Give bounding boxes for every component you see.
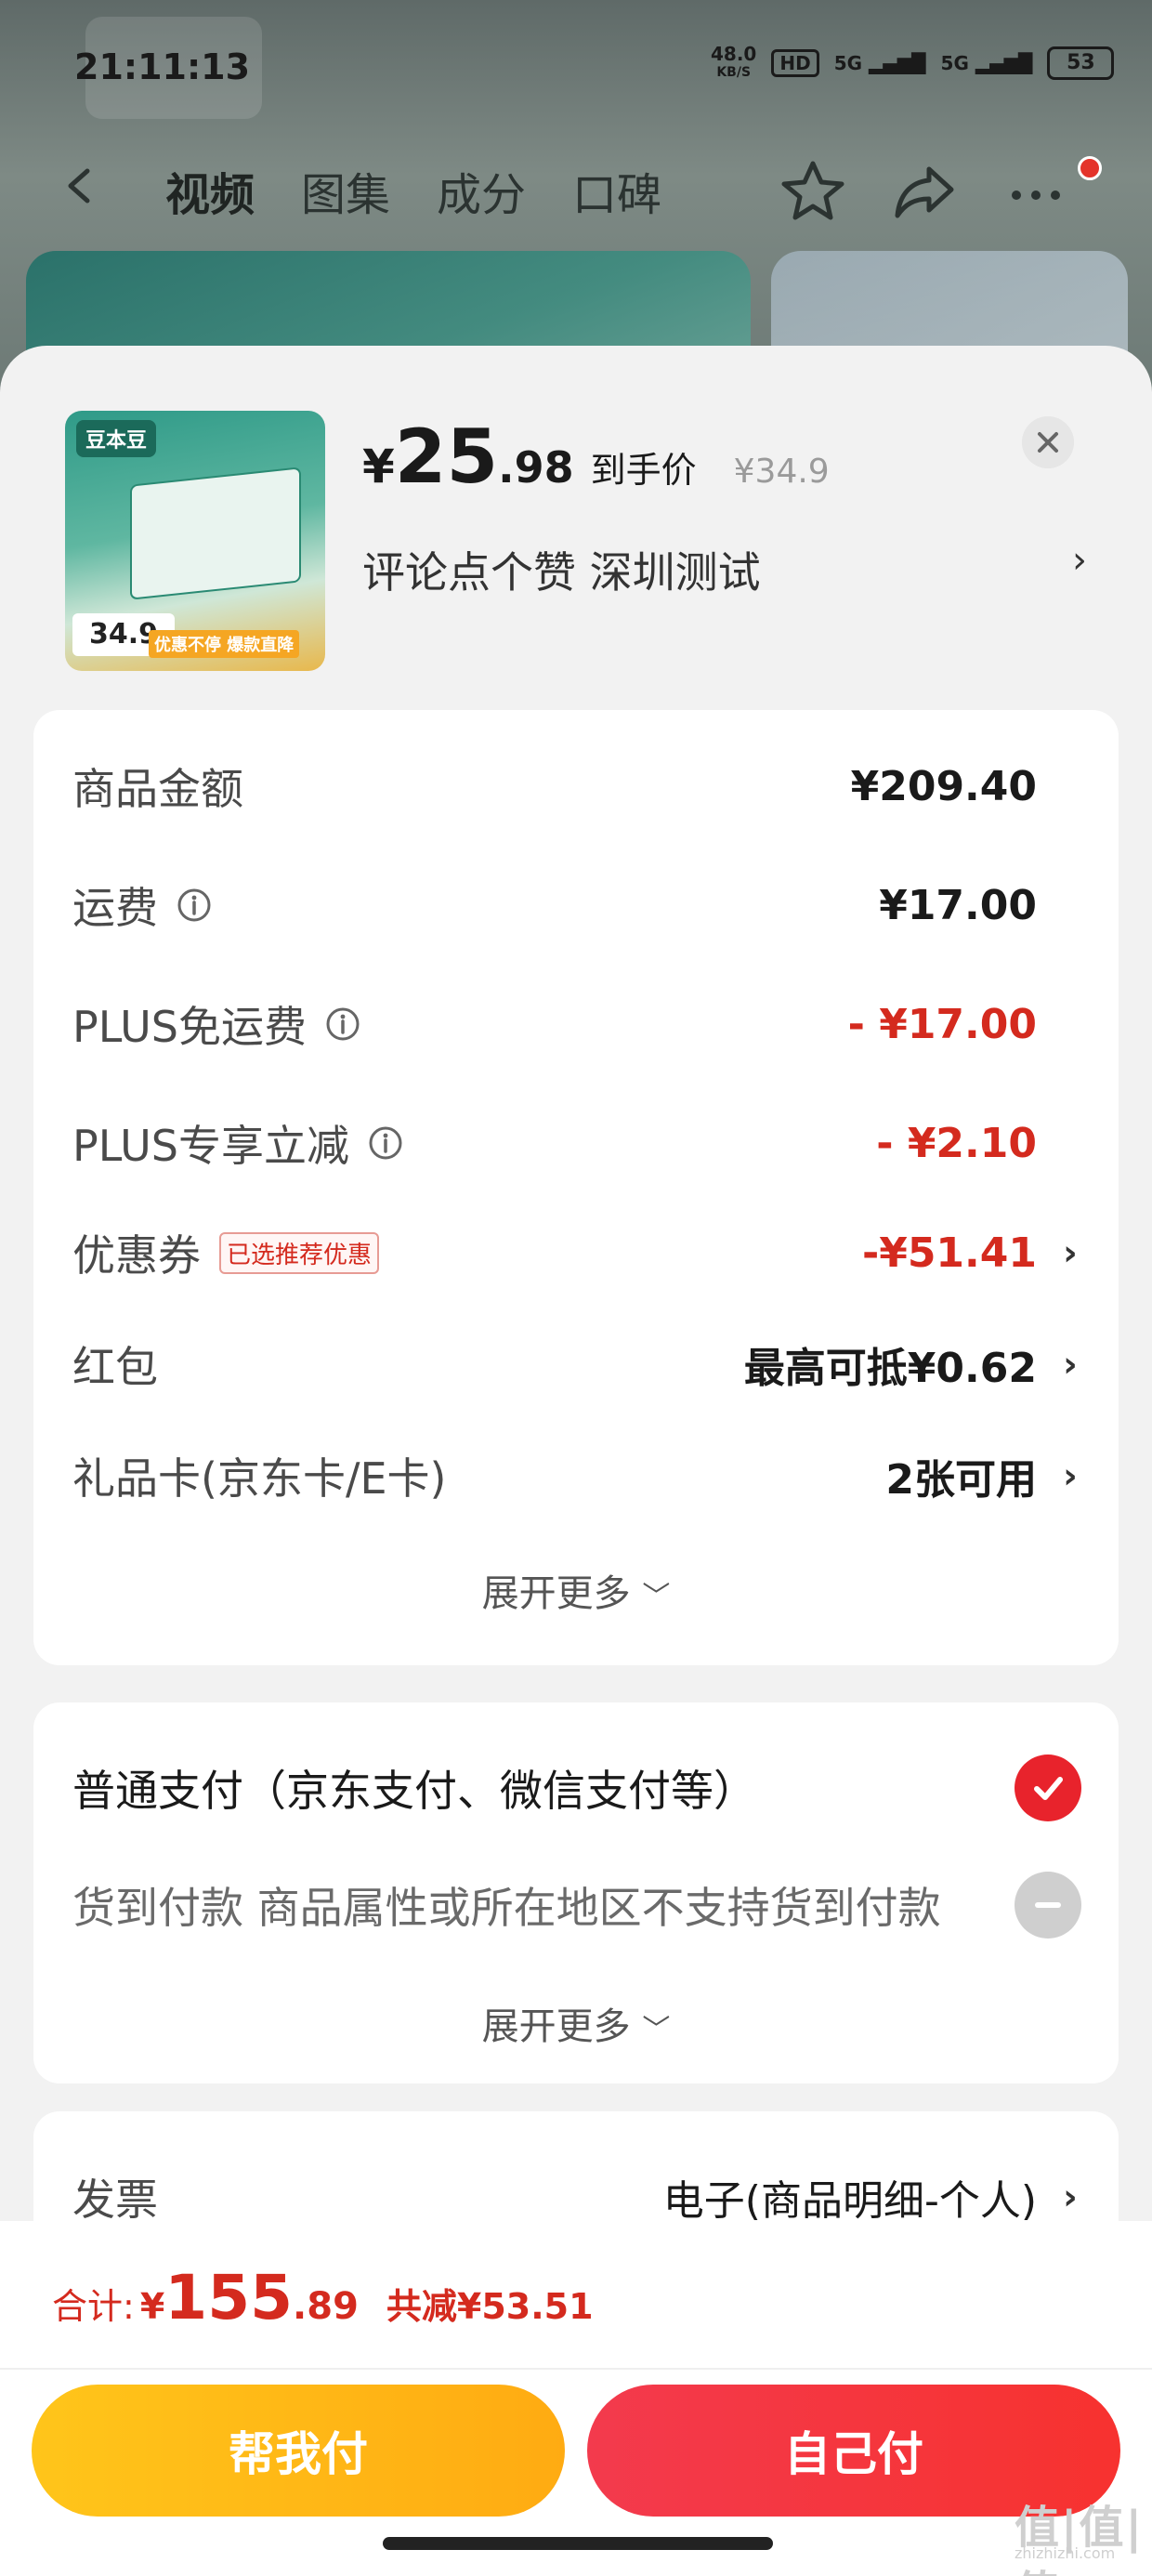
chevron-down-icon: ﹀ xyxy=(642,2014,671,2046)
product-price: ¥ 25 .98 到手价 ¥34.9 xyxy=(362,414,830,500)
total-price: 合计: ¥ 155 .89 共减¥53.51 xyxy=(52,2262,594,2333)
summary-row-shipping: 运费 ¥17.00 xyxy=(72,881,1037,934)
checkmark-icon[interactable] xyxy=(1015,1755,1081,1821)
product-box-image xyxy=(130,467,301,600)
chevron-right-icon: › xyxy=(1063,2176,1078,2217)
payment-option-cod: 货到付款 商品属性或所在地区不支持货到付款 xyxy=(72,1872,1081,1939)
summary-row-red-packet[interactable]: 红包 最高可抵¥0.62 › xyxy=(72,1327,1081,1401)
divider xyxy=(0,2368,1152,2370)
watermark-url: zhizhizhi.com xyxy=(1015,2544,1116,2562)
hd-icon: HD xyxy=(771,49,819,77)
spec-text: 评论点个赞 深圳测试 xyxy=(362,547,761,598)
back-arrow-icon[interactable] xyxy=(61,167,98,204)
price-label: 到手价 xyxy=(590,450,697,491)
price-summary-card: 商品金额 ¥209.40 运费 ¥17.00 PLUS免运费 - ¥17.00 … xyxy=(33,710,1119,1665)
net-speed: 48.0 KB/S xyxy=(711,43,757,80)
chevron-right-icon: › xyxy=(1063,1344,1078,1385)
product-brand-logo: 豆本豆 xyxy=(76,420,157,457)
chevron-right-icon: › xyxy=(1063,1455,1078,1496)
media-tabs: 视频 图集 成分 口碑 xyxy=(165,158,661,223)
notification-dot xyxy=(1078,156,1102,180)
summary-row-coupon[interactable]: 优惠券 已选推荐优惠 -¥51.41 › xyxy=(72,1216,1081,1290)
expand-more-button[interactable]: 展开更多 ﹀ xyxy=(33,1996,1119,2050)
tab-ingredients[interactable]: 成分 xyxy=(437,158,526,223)
product-thumbnail: 豆本豆 34.9 优惠不停 爆款直降 xyxy=(65,411,325,671)
nav-actions xyxy=(780,158,1068,223)
star-icon[interactable] xyxy=(780,158,845,223)
summary-row-gift-card[interactable]: 礼品卡(京东卡/E卡) 2张可用 › xyxy=(72,1439,1081,1513)
summary-row-plus-discount: PLUS专享立减 - ¥2.10 xyxy=(72,1119,1037,1172)
tab-reviews[interactable]: 口碑 xyxy=(572,158,661,223)
tab-video[interactable]: 视频 xyxy=(165,158,255,223)
top-nav: 视频 图集 成分 口碑 xyxy=(0,149,1152,232)
battery-icon: 53 xyxy=(1047,46,1115,80)
spec-selector[interactable]: 评论点个赞 深圳测试 › xyxy=(362,539,1087,600)
summary-row-plus-free-shipping: PLUS免运费 - ¥17.00 xyxy=(72,1000,1037,1053)
status-bar: 21:11:13 48.0 KB/S HD 5G ▂▄▆█ 5G ▂▄▆█ 53 xyxy=(0,37,1152,102)
product-image-strip: 优惠不停 爆款直降 xyxy=(149,630,300,658)
chevron-down-icon: ﹀ xyxy=(642,1581,671,1613)
help-me-pay-button[interactable]: 帮我付 xyxy=(32,2385,565,2517)
share-icon[interactable] xyxy=(892,158,957,223)
checkout-bottom-bar: 合计: ¥ 155 .89 共减¥53.51 帮我付 自己付 值|值|值 zhi… xyxy=(0,2221,1152,2576)
payment-method-card: 普通支付（京东支付、微信支付等） 货到付款 商品属性或所在地区不支持货到付款 展… xyxy=(33,1702,1119,2083)
chevron-right-icon: › xyxy=(1063,1232,1078,1273)
more-icon[interactable] xyxy=(1003,158,1068,223)
close-icon[interactable] xyxy=(1022,416,1074,468)
signal-icon-2: 5G ▂▄▆█ xyxy=(940,52,1033,74)
watermark-logo: 值|值|值 xyxy=(1015,2502,1145,2576)
checkout-sheet: 豆本豆 34.9 优惠不停 爆款直降 ¥ 25 .98 到手价 ¥34.9 评论… xyxy=(0,346,1152,2576)
coupon-badge: 已选推荐优惠 xyxy=(219,1231,380,1274)
info-icon[interactable] xyxy=(177,887,212,923)
expand-more-button[interactable]: 展开更多 ﹀ xyxy=(33,1563,1119,1617)
disabled-minus-icon xyxy=(1015,1872,1081,1939)
payment-option-normal[interactable]: 普通支付（京东支付、微信支付等） xyxy=(72,1755,1081,1821)
total-saved: 共减¥53.51 xyxy=(386,2286,594,2327)
signal-icon: 5G ▂▄▆█ xyxy=(833,52,926,74)
info-icon[interactable] xyxy=(325,1006,360,1042)
status-time: 21:11:13 xyxy=(74,46,251,87)
chevron-right-icon: › xyxy=(1072,539,1087,582)
home-indicator[interactable] xyxy=(383,2537,773,2550)
summary-row-goods: 商品金额 ¥209.40 xyxy=(72,762,1037,815)
info-icon[interactable] xyxy=(368,1125,403,1161)
original-price: ¥34.9 xyxy=(733,453,830,491)
tab-gallery[interactable]: 图集 xyxy=(301,158,390,223)
status-icons: 48.0 KB/S HD 5G ▂▄▆█ 5G ▂▄▆█ 53 xyxy=(711,43,1115,82)
